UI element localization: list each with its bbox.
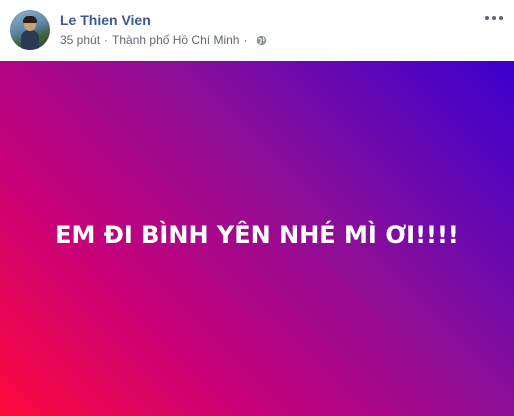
- status-text: EM ĐI BÌNH YÊN NHÉ MÌ ƠI!!!!: [55, 220, 459, 249]
- more-dot: [485, 16, 489, 20]
- avatar-person-hair: [23, 16, 37, 23]
- post-timestamp[interactable]: 35 phút: [60, 33, 100, 47]
- more-horizontal-icon[interactable]: [484, 10, 504, 26]
- author-avatar[interactable]: [10, 10, 50, 50]
- meta-separator-2: ·: [243, 33, 248, 47]
- facebook-post: Le Thien Vien 35 phút · Thành phố Hồ Chí…: [0, 0, 514, 416]
- author-name[interactable]: Le Thien Vien: [60, 12, 151, 28]
- globe-icon[interactable]: [256, 35, 267, 46]
- meta-separator: ·: [104, 33, 109, 47]
- status-background: EM ĐI BÌNH YÊN NHÉ MÌ ƠI!!!!: [0, 61, 514, 416]
- post-meta: 35 phút · Thành phố Hồ Chí Minh ·: [60, 33, 267, 47]
- more-dot: [492, 16, 496, 20]
- avatar-person-body: [21, 30, 39, 50]
- more-dot: [499, 16, 503, 20]
- post-location[interactable]: Thành phố Hồ Chí Minh: [112, 33, 239, 47]
- post-header: Le Thien Vien 35 phút · Thành phố Hồ Chí…: [0, 0, 514, 61]
